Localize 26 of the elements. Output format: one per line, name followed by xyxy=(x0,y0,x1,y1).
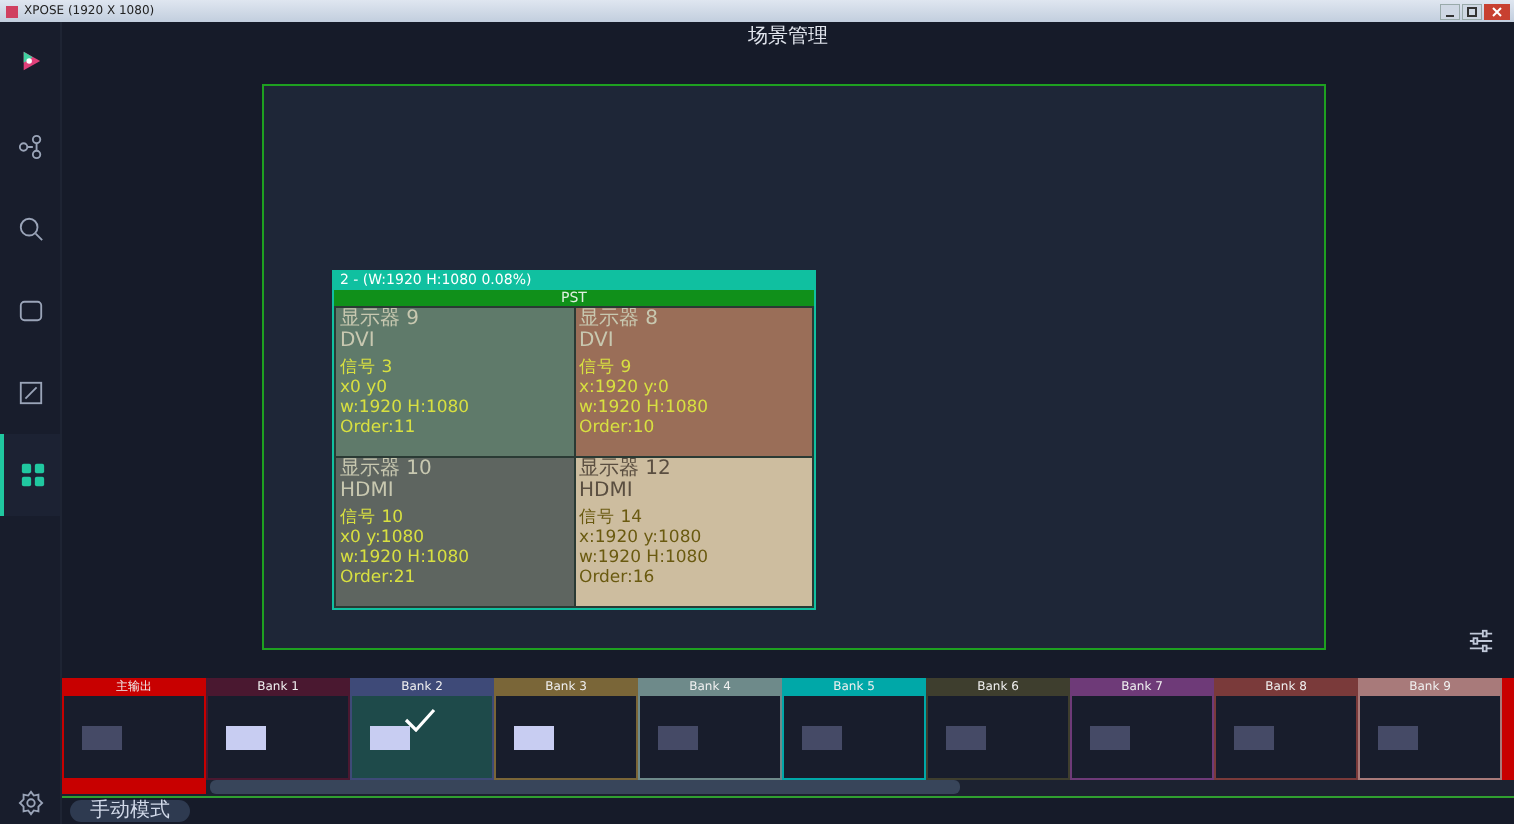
cell-text: DVI xyxy=(579,331,616,352)
cell-text: x0 y0 xyxy=(340,378,390,398)
cell-text: x0 y:1080 xyxy=(340,528,427,548)
cell-text: w:1920 H:1080 xyxy=(579,548,711,568)
cell-text: w:1920 H:1080 xyxy=(340,548,472,568)
cell-text: Order:16 xyxy=(579,568,657,588)
cell-text: 显示器 12 xyxy=(579,460,673,481)
cell-text: 信号 3 xyxy=(340,358,395,378)
cell-text: 显示器 9 xyxy=(340,310,422,331)
cell-text: 信号 14 xyxy=(579,508,645,528)
cell-text: HDMI xyxy=(340,481,396,502)
page-title: 场景管理 xyxy=(746,23,830,52)
cell-text: DVI xyxy=(340,331,377,352)
cell-text: Order:11 xyxy=(340,418,418,438)
cell-text: HDMI xyxy=(579,481,635,502)
mode-toggle[interactable]: 手动模式 xyxy=(70,800,190,822)
cell-text: 信号 9 xyxy=(579,358,634,378)
cell-text: 显示器 10 xyxy=(340,460,434,481)
cell-text: x:1920 y:1080 xyxy=(579,528,704,548)
cell-text: 显示器 8 xyxy=(579,310,661,331)
cell-text: 信号 10 xyxy=(340,508,406,528)
cell-text: Order:21 xyxy=(340,568,418,588)
cell-text: Order:10 xyxy=(579,418,657,438)
cell-text: x:1920 y:0 xyxy=(579,378,671,398)
cell-text: w:1920 H:1080 xyxy=(579,398,711,418)
cell-text: w:1920 H:1080 xyxy=(340,398,472,418)
